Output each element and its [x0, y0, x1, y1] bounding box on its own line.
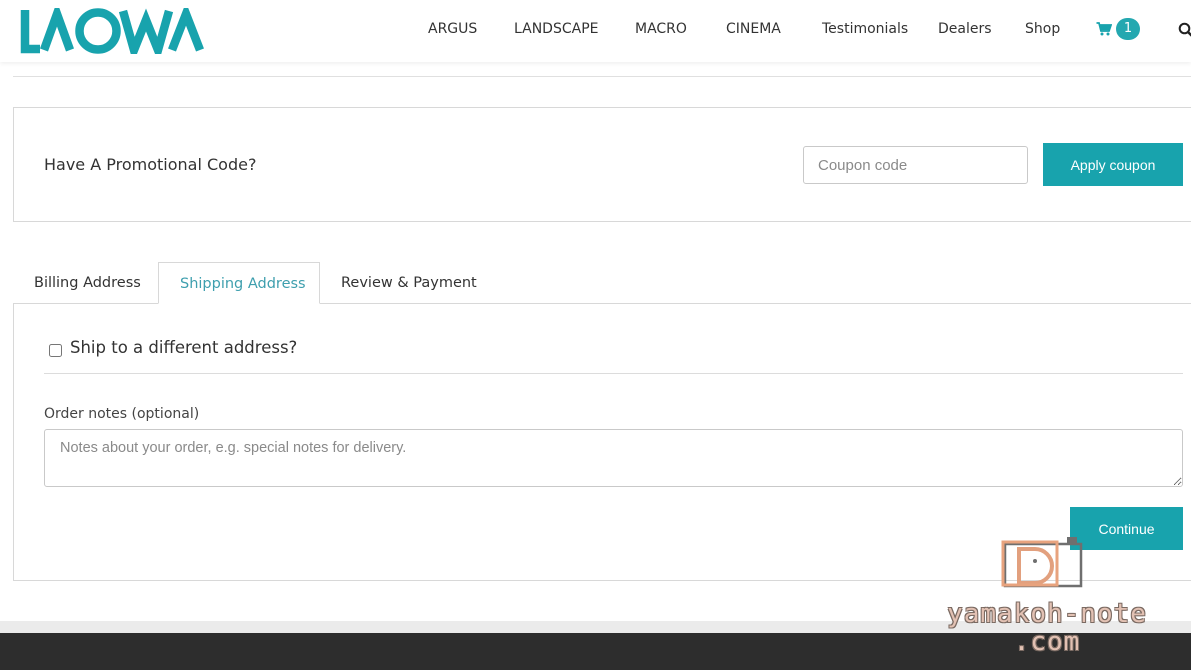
tab-billing-address[interactable]: Billing Address [13, 262, 162, 304]
search-icon[interactable] [1178, 22, 1191, 38]
tab-review-payment[interactable]: Review & Payment [320, 262, 498, 304]
cart-button[interactable]: 1 [1096, 18, 1140, 40]
coupon-title: Have A Promotional Code? [44, 155, 257, 174]
nav-testimonials[interactable]: Testimonials [822, 21, 908, 37]
coupon-section: Have A Promotional Code? Apply coupon [13, 107, 1191, 222]
watermark-line-2: .com [1013, 627, 1081, 657]
continue-button[interactable]: Continue [1070, 507, 1183, 550]
ship-different-address-checkbox[interactable] [49, 344, 62, 357]
cart-count-badge: 1 [1116, 18, 1140, 40]
cart-icon [1096, 22, 1112, 36]
watermark-line-1: yamakoh-note [947, 599, 1147, 629]
section-divider [44, 373, 1183, 374]
nav-shop[interactable]: Shop [1025, 21, 1060, 37]
camera-watermark-icon [1001, 537, 1083, 588]
nav-macro[interactable]: MACRO [635, 21, 687, 37]
apply-coupon-button[interactable]: Apply coupon [1043, 143, 1183, 186]
nav-landscape[interactable]: LANDSCAPE [514, 21, 598, 37]
nav-dealers[interactable]: Dealers [938, 21, 992, 37]
nav-argus[interactable]: ARGUS [428, 21, 477, 37]
laowa-logo[interactable] [20, 8, 212, 54]
nav-cinema[interactable]: CINEMA [726, 21, 781, 37]
header-divider [13, 76, 1191, 77]
site-watermark: yamakoh-note .com [927, 600, 1167, 656]
order-notes-label: Order notes (optional) [44, 406, 200, 422]
site-header: ARGUS LANDSCAPE MACRO CINEMA Testimonial… [0, 0, 1191, 62]
coupon-code-input[interactable] [803, 146, 1028, 184]
tab-shipping-address[interactable]: Shipping Address [158, 262, 320, 304]
ship-different-address-label[interactable]: Ship to a different address? [70, 338, 297, 357]
order-notes-textarea[interactable] [44, 429, 1183, 487]
